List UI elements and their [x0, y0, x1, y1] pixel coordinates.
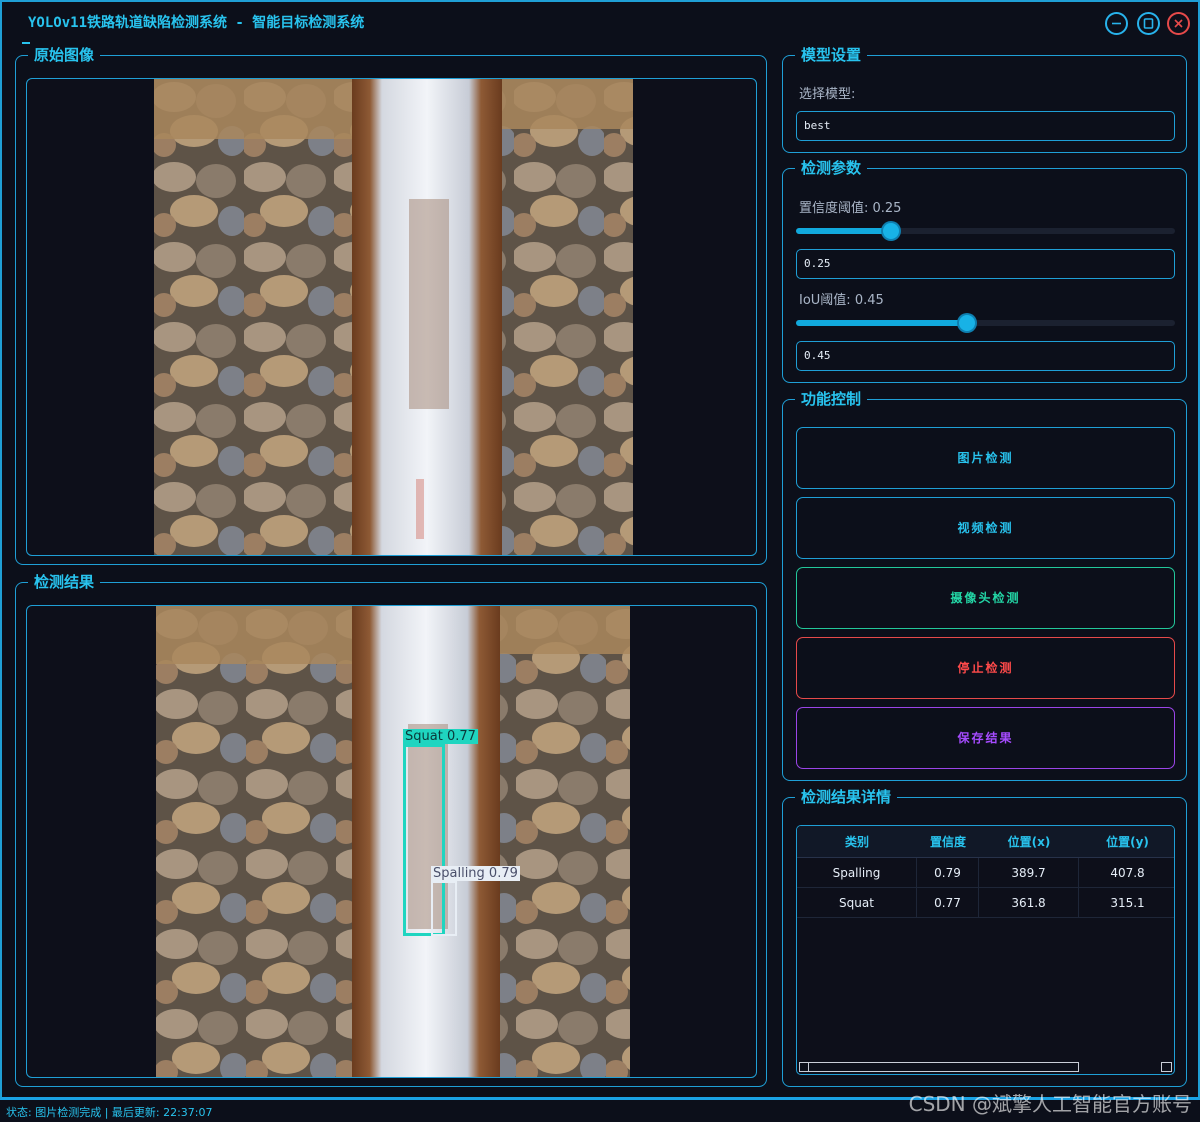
minimize-icon: [1112, 22, 1121, 25]
result-image-frame: Squat 0.77 Spalling 0.79: [26, 605, 757, 1078]
result-image-title: 检测结果: [28, 572, 101, 592]
maximize-button[interactable]: [1137, 12, 1160, 35]
scroll-left-arrow[interactable]: [799, 1062, 809, 1072]
function-control-title: 功能控制: [795, 389, 868, 409]
title-accent-line: [22, 42, 30, 44]
iou-slider-handle[interactable]: [958, 315, 975, 331]
confidence-input[interactable]: 0.25: [796, 249, 1175, 279]
iou-threshold-label: IoU阈值: 0.45: [799, 293, 884, 308]
column-header-y[interactable]: 位置(y): [1079, 826, 1174, 858]
squat-detection-label: Squat 0.77: [403, 729, 478, 744]
iou-input[interactable]: 0.45: [796, 341, 1175, 371]
table-header: 类别 置信度 位置(x) 位置(y): [797, 826, 1174, 858]
confidence-slider-handle[interactable]: [882, 223, 899, 239]
model-select[interactable]: best: [796, 111, 1175, 141]
original-image-title: 原始图像: [28, 45, 101, 65]
close-button[interactable]: [1167, 12, 1190, 35]
original-rail-image: [154, 79, 633, 555]
camera-detect-button[interactable]: 摄像头检测: [796, 567, 1175, 629]
iou-slider[interactable]: [796, 315, 1175, 331]
original-image-group: 原始图像: [15, 45, 767, 565]
select-model-label: 选择模型:: [799, 87, 856, 102]
minimize-button[interactable]: [1105, 12, 1128, 35]
window-title: YOLOv11铁路轨道缺陷检测系统 - 智能目标检测系统: [28, 15, 365, 31]
spalling-detection-box: [431, 881, 457, 936]
cell-y: 315.1: [1110, 896, 1145, 910]
close-icon: [1174, 19, 1183, 28]
scrollbar-thumb[interactable]: [799, 1062, 1079, 1072]
cell-confidence: 0.79: [917, 858, 979, 888]
watermark: CSDN @斌擎人工智能官方账号: [908, 1092, 1192, 1116]
column-header-confidence[interactable]: 置信度: [917, 826, 979, 858]
stop-detect-button[interactable]: 停止检测: [796, 637, 1175, 699]
table-horizontal-scrollbar[interactable]: [797, 1060, 1174, 1074]
video-detect-button[interactable]: 视频检测: [796, 497, 1175, 559]
status-text: 状态: 图片检测完成 | 最后更新: 22:37:07: [6, 1106, 213, 1119]
table-row[interactable]: Spalling 0.79 389.7 407.8: [797, 858, 1174, 888]
confidence-threshold-label: 置信度阈值: 0.25: [799, 201, 902, 216]
cell-y: 407.8: [1110, 866, 1145, 880]
result-image-group: 检测结果 Squat 0.77 Spalling 0.79: [15, 572, 767, 1087]
cell-x: 361.8: [979, 888, 1079, 918]
cell-x: 389.7: [979, 858, 1079, 888]
cell-confidence: 0.77: [917, 888, 979, 918]
detection-details-table: 类别 置信度 位置(x) 位置(y) Spalling 0.79 389.7 4…: [796, 825, 1175, 1075]
confidence-slider[interactable]: [796, 223, 1175, 239]
title-bar[interactable]: YOLOv11铁路轨道缺陷检测系统 - 智能目标检测系统: [2, 2, 1198, 44]
table-row[interactable]: Squat 0.77 361.8 315.1: [797, 888, 1174, 918]
original-image-frame: [26, 78, 757, 556]
spalling-detection-label: Spalling 0.79: [431, 866, 520, 881]
maximize-icon: [1143, 18, 1154, 29]
cell-class: Squat: [797, 888, 917, 918]
detection-params-title: 检测参数: [795, 158, 868, 178]
result-rail-image: [156, 606, 630, 1077]
cell-class: Spalling: [797, 858, 917, 888]
save-result-button[interactable]: 保存结果: [796, 707, 1175, 769]
image-detect-button[interactable]: 图片检测: [796, 427, 1175, 489]
model-settings-title: 模型设置: [795, 45, 868, 65]
column-header-class[interactable]: 类别: [797, 826, 917, 858]
app-window: YOLOv11铁路轨道缺陷检测系统 - 智能目标检测系统 原始图像 检测结果 S…: [0, 0, 1200, 1100]
detection-details-title: 检测结果详情: [795, 787, 898, 807]
column-header-x[interactable]: 位置(x): [979, 826, 1079, 858]
scroll-right-arrow[interactable]: [1161, 1062, 1172, 1072]
